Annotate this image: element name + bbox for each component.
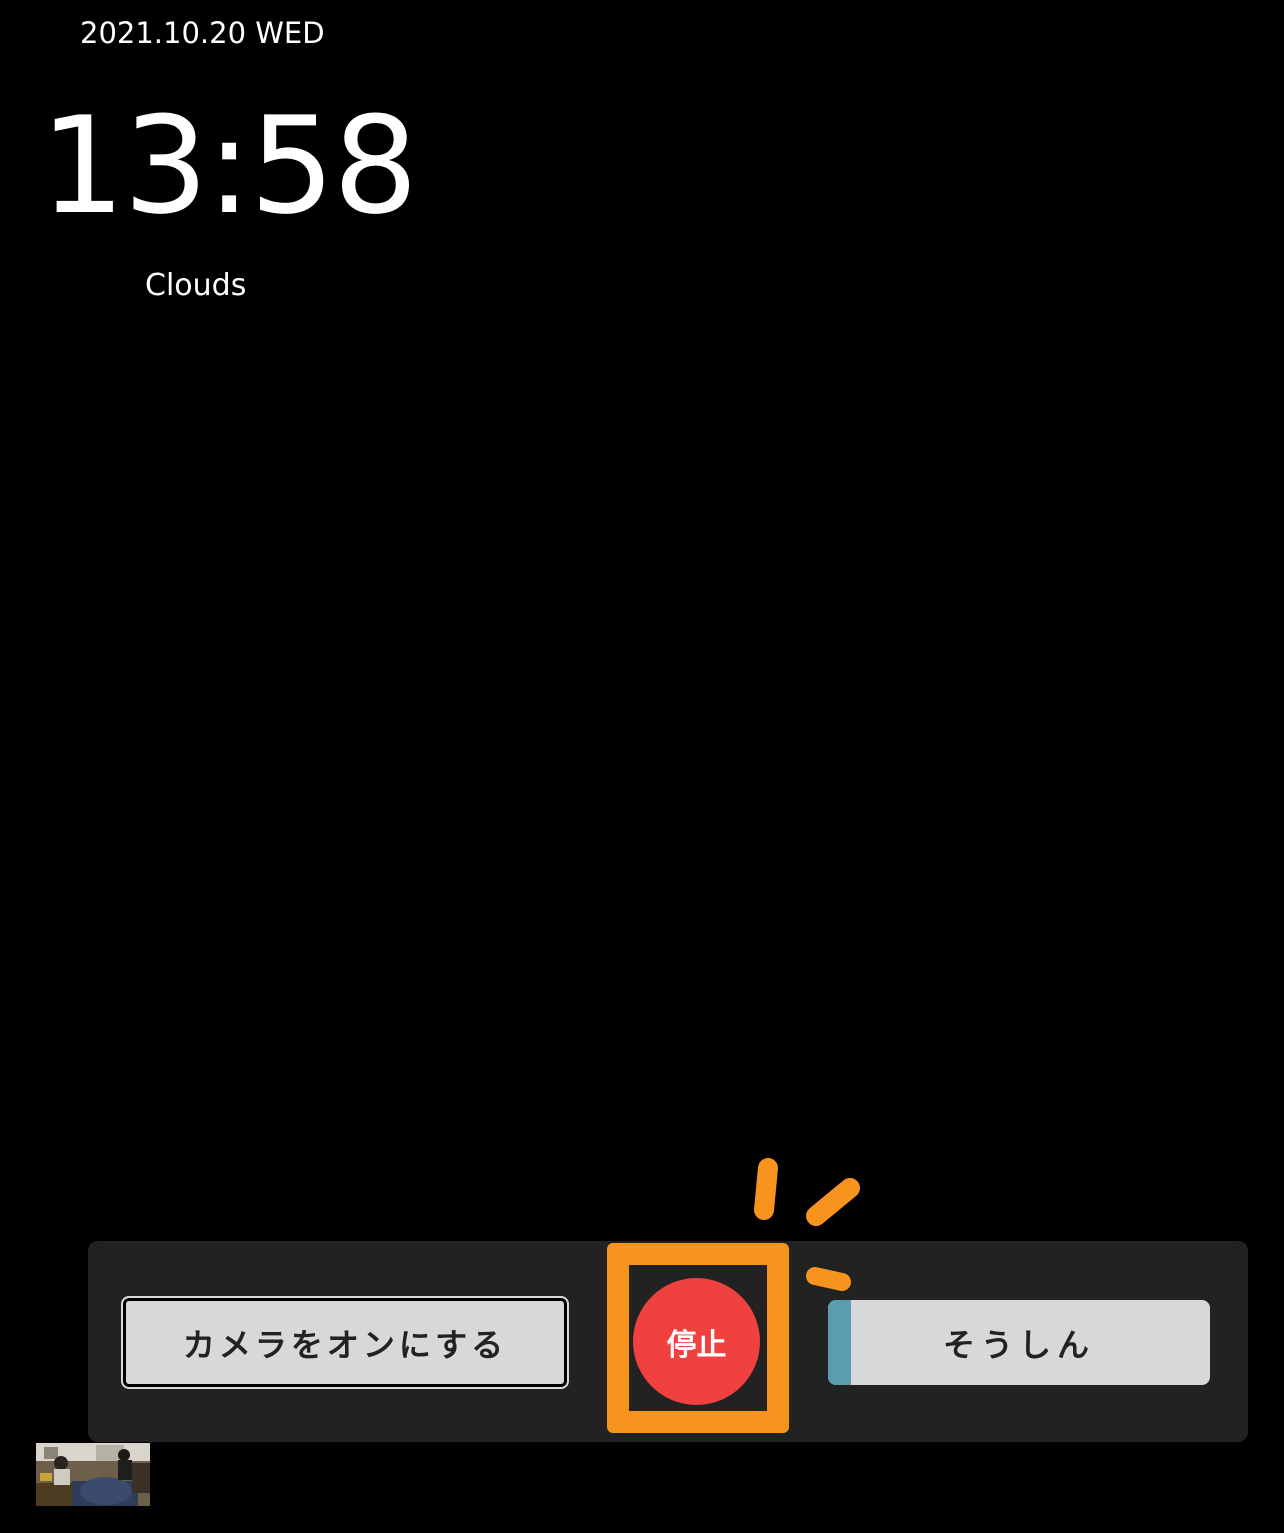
- camera-preview-thumbnail[interactable]: [36, 1443, 150, 1506]
- attention-burst-icon: [754, 1158, 860, 1291]
- screen: 2021.10.20 WED 13:58 Clouds カメラをオンにする 停止…: [0, 0, 1284, 1533]
- camera-on-button[interactable]: カメラをオンにする: [121, 1296, 569, 1389]
- burst-line-side: [806, 1267, 851, 1291]
- date-label: 2021.10.20 WED: [80, 16, 325, 50]
- clock-time: 13:58: [40, 88, 418, 244]
- send-button[interactable]: そうしん: [828, 1300, 1210, 1385]
- weather-label: Clouds: [145, 268, 247, 303]
- send-button-label: そうしん: [942, 1325, 1095, 1364]
- burst-line-diagonal: [806, 1178, 860, 1226]
- burst-line-top: [754, 1158, 778, 1220]
